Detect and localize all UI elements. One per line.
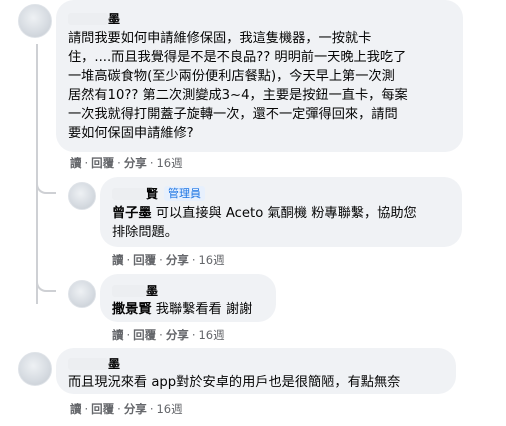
separator: ·	[117, 156, 121, 170]
reply-link[interactable]: 回覆	[91, 156, 114, 170]
timestamp-link[interactable]: 16週	[198, 253, 224, 267]
comment-body: 可以直接與 Aceto 氣酮機 粉專聯繫，協助您 排除問題。	[112, 206, 417, 240]
timestamp-link[interactable]: 16週	[156, 402, 182, 416]
author-name[interactable]: 墨	[146, 283, 158, 299]
separator: ·	[117, 402, 121, 416]
read-link[interactable]: 讀	[112, 253, 124, 267]
avatar[interactable]	[68, 182, 96, 210]
avatar[interactable]	[18, 4, 52, 38]
separator: ·	[126, 253, 131, 267]
comment-text: 撒景賢 我聯繫看看 謝謝	[112, 300, 264, 319]
timestamp-link[interactable]: 16週	[198, 328, 224, 342]
share-link[interactable]: 分享	[124, 402, 147, 416]
separator: ·	[149, 156, 154, 170]
author-name-redacted[interactable]	[112, 284, 146, 297]
comment-text: 而且現況來看 app對於安卓的用戶也是很簡陋，有點無奈	[68, 375, 401, 390]
comment-body: 我聯繫看看 謝謝	[151, 302, 253, 317]
author-name-redacted[interactable]	[68, 357, 108, 370]
read-link[interactable]: 讀	[70, 156, 82, 170]
comment-bubble: 墨 而且現況來看 app對於安卓的用戶也是很簡陋，有點無奈	[56, 348, 456, 394]
author-name-redacted[interactable]	[68, 12, 108, 25]
comment-actions: 讀 · 回覆 · 分享 · 16週	[112, 253, 225, 267]
reply-link[interactable]: 回覆	[133, 253, 156, 267]
separator: ·	[126, 328, 131, 342]
author-name[interactable]: 賢	[146, 186, 158, 202]
comment-bubble: 賢管理員 曾子墨 可以直接與 Aceto 氣酮機 粉專聯繫，協助您 排除問題。	[100, 177, 462, 247]
separator: ·	[149, 402, 154, 416]
author-name[interactable]: 墨	[108, 356, 120, 372]
mention-link[interactable]: 撒景賢	[112, 302, 152, 317]
comment-bubble: 墨 請問我要如何申請維修保固，我這隻機器，一按就卡 住，....而且我覺得是不是…	[56, 0, 463, 152]
reply-link[interactable]: 回覆	[133, 328, 156, 342]
comment-bubble: 墨 撒景賢 我聯繫看看 謝謝	[100, 274, 276, 322]
thread-connector	[36, 274, 56, 292]
separator: ·	[84, 402, 89, 416]
comment-actions: 讀 · 回覆 · 分享 · 16週	[70, 156, 183, 170]
reply-link[interactable]: 回覆	[91, 402, 114, 416]
admin-badge: 管理員	[164, 186, 206, 201]
comment-actions: 讀 · 回覆 · 分享 · 16週	[70, 402, 183, 416]
read-link[interactable]: 讀	[112, 328, 124, 342]
separator: ·	[191, 253, 196, 267]
separator: ·	[159, 328, 163, 342]
avatar[interactable]	[18, 352, 52, 386]
comment-actions: 讀 · 回覆 · 分享 · 16週	[112, 328, 225, 342]
timestamp-link[interactable]: 16週	[156, 156, 182, 170]
separator: ·	[84, 156, 89, 170]
avatar[interactable]	[68, 280, 96, 308]
author-name-redacted[interactable]	[112, 187, 146, 200]
comment-text: 請問我要如何申請維修保固，我這隻機器，一按就卡 住，....而且我覺得是不是不良…	[68, 31, 408, 141]
comment-text: 曾子墨 可以直接與 Aceto 氣酮機 粉專聯繫，協助您 排除問題。	[112, 204, 450, 242]
mention-link[interactable]: 曾子墨	[112, 206, 152, 221]
thread-connector	[36, 176, 56, 194]
separator: ·	[191, 328, 196, 342]
author-name[interactable]: 墨	[108, 11, 120, 27]
share-link[interactable]: 分享	[166, 253, 189, 267]
read-link[interactable]: 讀	[70, 402, 82, 416]
share-link[interactable]: 分享	[124, 156, 147, 170]
thread-line	[36, 44, 38, 304]
share-link[interactable]: 分享	[166, 328, 189, 342]
separator: ·	[159, 253, 163, 267]
